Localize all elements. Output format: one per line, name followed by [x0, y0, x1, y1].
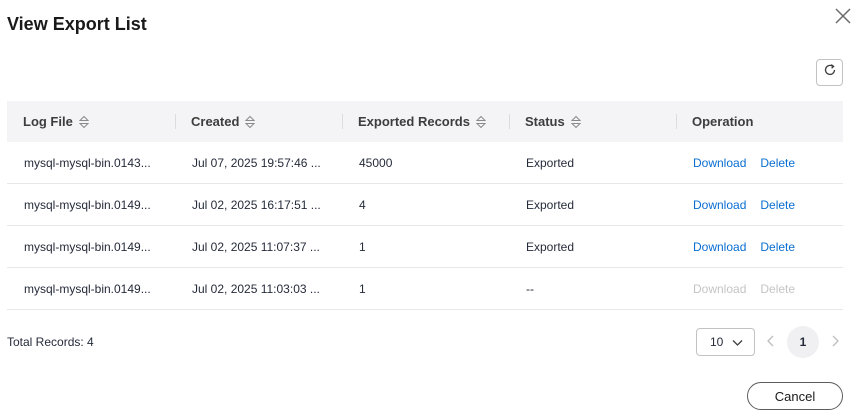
cell-status: Exported [526, 239, 575, 254]
column-header-status[interactable]: Status [509, 101, 676, 142]
download-link[interactable]: Download [693, 156, 746, 170]
column-header-created[interactable]: Created [175, 101, 342, 142]
cell-operation: Download Delete [676, 198, 843, 212]
sort-icon[interactable] [570, 115, 581, 129]
download-link-disabled: Download [693, 281, 747, 296]
chevron-left-icon[interactable] [764, 333, 778, 354]
sort-icon[interactable] [475, 115, 486, 129]
delete-link[interactable]: Delete [760, 198, 795, 212]
cell-records: 4 [359, 197, 366, 212]
page-size-value: 10 [710, 335, 724, 349]
cell-created: Jul 02, 2025 11:07:37 ... [192, 239, 320, 254]
export-table: Log File Created Exported Records Status… [7, 101, 843, 310]
total-records: Total Records: 4 [7, 335, 94, 349]
cell-operation: Download Delete [676, 282, 843, 296]
cell-log-file: mysql-mysql-bin.0149... [24, 239, 151, 254]
table-header: Log File Created Exported Records Status… [7, 101, 843, 142]
cell-log-file: mysql-mysql-bin.0149... [24, 281, 151, 296]
cell-operation: Download Delete [676, 240, 843, 254]
chevron-down-icon [732, 337, 743, 351]
close-icon[interactable] [833, 6, 853, 26]
table-row: mysql-mysql-bin.0149... Jul 02, 2025 11:… [7, 226, 843, 268]
cell-status: -- [526, 281, 534, 296]
dialog-title: View Export List [7, 14, 147, 34]
delete-link[interactable]: Delete [760, 156, 795, 170]
column-header-log-file[interactable]: Log File [7, 101, 175, 142]
sort-icon[interactable] [245, 115, 256, 129]
cell-log-file: mysql-mysql-bin.0143... [24, 155, 151, 170]
table-row: mysql-mysql-bin.0143... Jul 07, 2025 19:… [7, 142, 843, 184]
cell-operation: Download Delete [676, 156, 843, 170]
column-header-operation: Operation [676, 101, 843, 142]
export-list-dialog: View Export List Log File Created Export… [0, 0, 860, 414]
refresh-icon [823, 63, 837, 82]
column-header-exported-records[interactable]: Exported Records [342, 101, 509, 142]
cell-log-file: mysql-mysql-bin.0149... [24, 197, 151, 212]
download-link[interactable]: Download [693, 198, 746, 212]
cell-created: Jul 07, 2025 19:57:46 ... [192, 155, 321, 170]
sort-icon[interactable] [78, 115, 89, 129]
cell-records: 1 [359, 239, 366, 254]
refresh-button[interactable] [816, 59, 843, 86]
cell-records: 1 [359, 281, 366, 296]
download-link[interactable]: Download [693, 240, 746, 254]
cell-created: Jul 02, 2025 11:03:03 ... [192, 281, 320, 296]
cell-records: 45000 [359, 155, 393, 170]
table-row: mysql-mysql-bin.0149... Jul 02, 2025 11:… [7, 268, 843, 310]
page-size-select[interactable]: 10 [696, 328, 755, 356]
delete-link[interactable]: Delete [760, 240, 795, 254]
delete-link-disabled: Delete [760, 281, 796, 296]
chevron-right-icon[interactable] [828, 333, 842, 354]
cancel-button[interactable]: Cancel [747, 382, 843, 410]
cell-created: Jul 02, 2025 16:17:51 ... [192, 197, 321, 212]
cell-status: Exported [526, 155, 575, 170]
table-row: mysql-mysql-bin.0149... Jul 02, 2025 16:… [7, 184, 843, 226]
cell-status: Exported [526, 197, 575, 212]
page-number-current[interactable]: 1 [787, 326, 819, 358]
